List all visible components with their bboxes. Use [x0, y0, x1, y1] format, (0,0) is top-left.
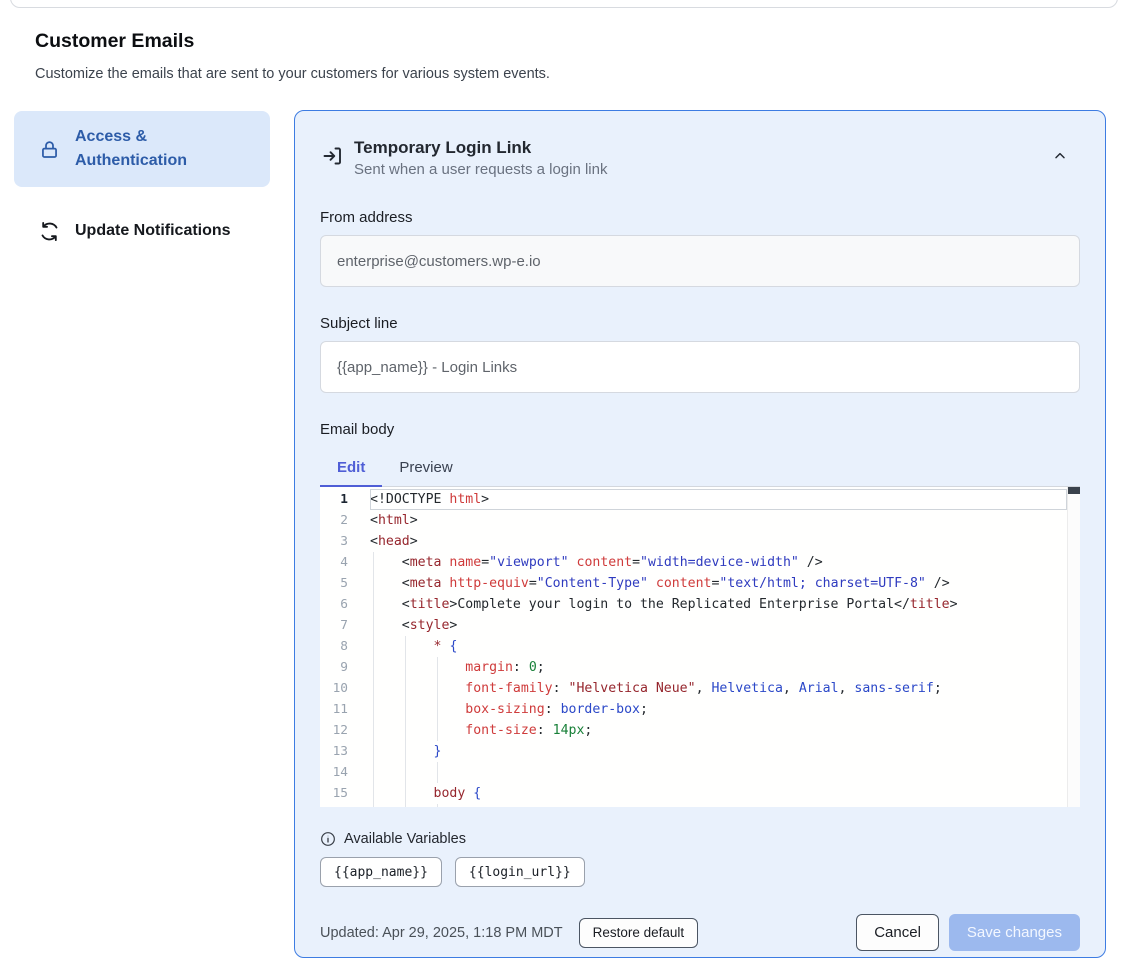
- panel-header-text: Temporary Login Link Sent when a user re…: [354, 136, 607, 181]
- line-number: 9: [320, 657, 348, 678]
- panel-title: Temporary Login Link: [354, 136, 607, 159]
- refresh-icon: [38, 220, 60, 242]
- code-line: 16 background-color: #ffffff;: [320, 804, 1067, 807]
- code-line: 12 font-size: 14px;: [320, 720, 1067, 741]
- previous-card-bottom-edge: [10, 0, 1118, 8]
- tab-preview[interactable]: Preview: [382, 453, 469, 486]
- sidebar-item-label: Update Notifications: [75, 219, 231, 243]
- code-line: 8 * {: [320, 636, 1067, 657]
- available-variables-label: Available Variables: [344, 831, 466, 847]
- code-line: 3<head>: [320, 531, 1067, 552]
- temporary-login-link-panel: Temporary Login Link Sent when a user re…: [294, 110, 1106, 958]
- editor-tabs: Edit Preview: [320, 453, 1080, 487]
- code-line: 4 <meta name="viewport" content="width=d…: [320, 552, 1067, 573]
- restore-default-button[interactable]: Restore default: [579, 918, 699, 948]
- line-number: 7: [320, 615, 348, 636]
- available-variables-row: Available Variables: [320, 831, 1080, 847]
- line-number: 8: [320, 636, 348, 657]
- updated-timestamp: Updated: Apr 29, 2025, 1:18 PM MDT: [320, 925, 563, 941]
- email-body-label: Email body: [320, 421, 1080, 438]
- code-line: 10 font-family: "Helvetica Neue", Helvet…: [320, 678, 1067, 699]
- line-number: 5: [320, 573, 348, 594]
- info-icon: [320, 831, 336, 847]
- code-line: 15 body {: [320, 783, 1067, 804]
- line-number: 11: [320, 699, 348, 720]
- tab-edit[interactable]: Edit: [320, 453, 382, 486]
- code-line: 14: [320, 762, 1067, 783]
- sidebar-item-update-notifications[interactable]: Update Notifications: [14, 205, 270, 257]
- save-changes-button[interactable]: Save changes: [949, 914, 1080, 951]
- cancel-button[interactable]: Cancel: [856, 914, 939, 951]
- code-line: 5 <meta http-equiv="Content-Type" conten…: [320, 573, 1067, 594]
- sidebar-item-access-authentication[interactable]: Access & Authentication: [14, 111, 270, 187]
- variable-chip-app-name[interactable]: {{app_name}}: [320, 857, 442, 887]
- chevron-up-icon: [1052, 152, 1068, 167]
- line-number: 15: [320, 783, 348, 804]
- from-address-input[interactable]: [320, 235, 1080, 287]
- subject-line-label: Subject line: [320, 315, 1080, 332]
- code-line: 1<!DOCTYPE html>: [320, 489, 1067, 510]
- collapse-panel-button[interactable]: [1048, 144, 1072, 171]
- code-line: 7 <style>: [320, 615, 1067, 636]
- variable-chip-login-url[interactable]: {{login_url}}: [455, 857, 585, 887]
- line-number: 12: [320, 720, 348, 741]
- variable-chips: {{app_name}} {{login_url}}: [320, 857, 1080, 887]
- line-number: 10: [320, 678, 348, 699]
- lock-icon: [38, 138, 60, 160]
- line-number: 13: [320, 741, 348, 762]
- line-number: 1: [320, 489, 348, 510]
- page-subtitle: Customize the emails that are sent to yo…: [35, 66, 550, 82]
- line-number: 6: [320, 594, 348, 615]
- code-line: 11 box-sizing: border-box;: [320, 699, 1067, 720]
- line-number: 2: [320, 510, 348, 531]
- line-number: 3: [320, 531, 348, 552]
- sidebar-item-label: Access & Authentication: [75, 125, 260, 173]
- panel-subtitle: Sent when a user requests a login link: [354, 159, 607, 181]
- panel-header: Temporary Login Link Sent when a user re…: [320, 136, 1080, 181]
- line-number: 4: [320, 552, 348, 573]
- code-line: 6 <title>Complete your login to the Repl…: [320, 594, 1067, 615]
- code-line: 13 }: [320, 741, 1067, 762]
- editor-scrollbar-thumb[interactable]: [1068, 487, 1080, 494]
- editor-scrollbar[interactable]: [1067, 487, 1080, 807]
- subject-line-input[interactable]: [320, 341, 1080, 393]
- code-lines: 1<!DOCTYPE html>2<html>3<head>4 <meta na…: [320, 487, 1067, 807]
- panel-footer: Updated: Apr 29, 2025, 1:18 PM MDT Resto…: [320, 914, 1080, 951]
- code-line: 9 margin: 0;: [320, 657, 1067, 678]
- page-title: Customer Emails: [35, 30, 194, 53]
- sidebar: Access & Authentication Update Notificat…: [14, 111, 270, 257]
- login-icon: [321, 144, 345, 168]
- from-address-label: From address: [320, 209, 1080, 226]
- code-line: 2<html>: [320, 510, 1067, 531]
- line-number: 16: [320, 804, 348, 807]
- code-editor[interactable]: 1<!DOCTYPE html>2<html>3<head>4 <meta na…: [320, 487, 1080, 807]
- line-number: 14: [320, 762, 348, 783]
